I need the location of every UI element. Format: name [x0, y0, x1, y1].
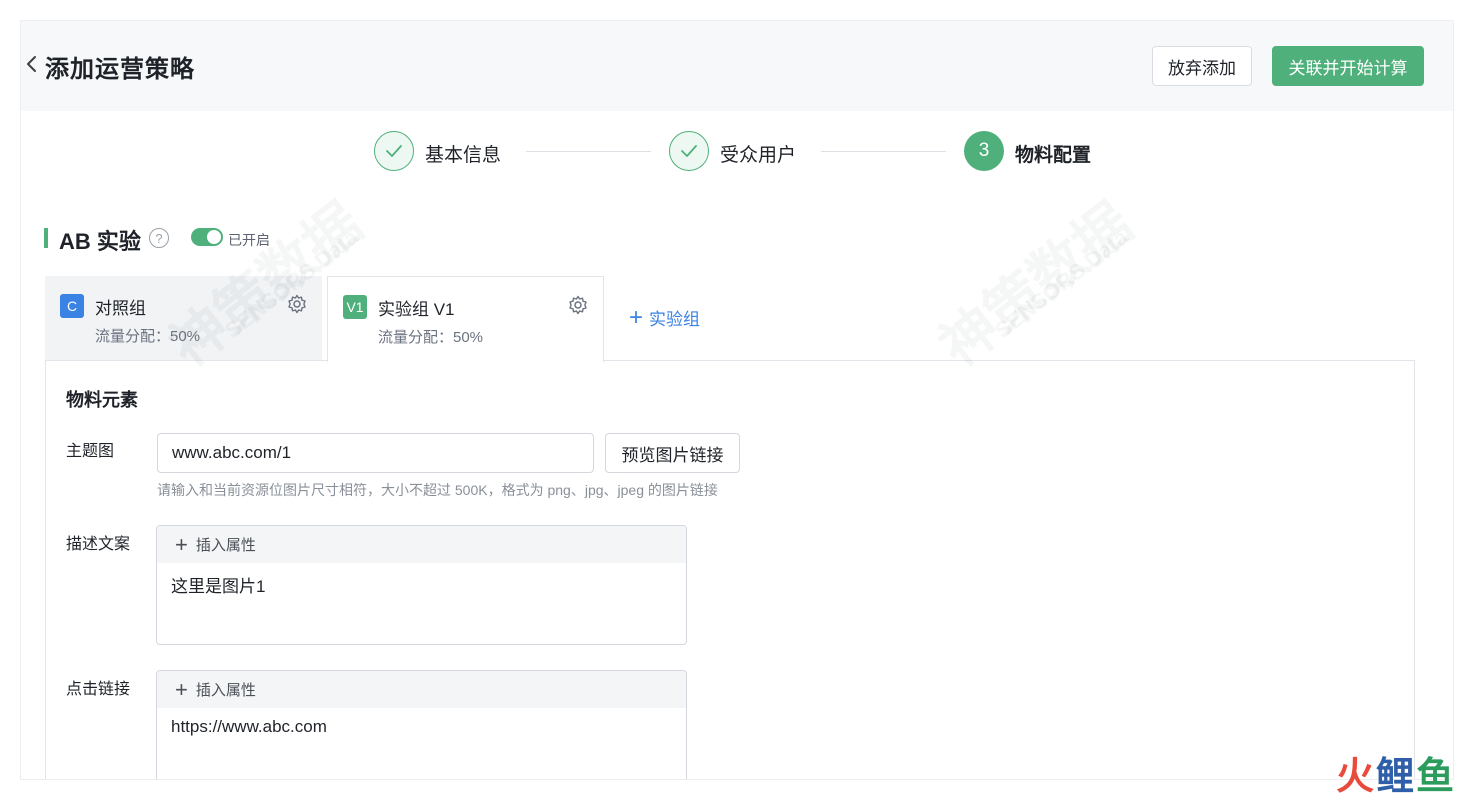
add-experiment-group-button[interactable]: + 实验组: [629, 305, 700, 330]
tab-name: 实验组 V1: [378, 300, 455, 319]
tab-name: 对照组: [95, 299, 146, 318]
insert-attribute-button[interactable]: + 插入属性: [157, 526, 686, 563]
description-content[interactable]: 这里是图片1: [157, 563, 686, 606]
description-editor[interactable]: + 插入属性 这里是图片1: [156, 525, 687, 645]
chevron-left-icon[interactable]: [25, 54, 39, 74]
page-frame: 添加运营策略 放弃添加 关联并开始计算 基本信息 受众用户 3 物料配置 AB …: [20, 20, 1454, 780]
click-link-editor[interactable]: + 插入属性 https://www.abc.com: [156, 670, 687, 779]
gear-icon[interactable]: [568, 295, 588, 315]
experiment-group-badge: V1: [343, 295, 367, 319]
gear-icon[interactable]: [287, 294, 307, 314]
click-link-content[interactable]: https://www.abc.com: [157, 708, 686, 746]
click-link-label: 点击链接: [66, 681, 131, 698]
tab-traffic: 流量分配：50%: [378, 329, 484, 346]
add-group-label: 实验组: [649, 310, 701, 329]
tab-control-group[interactable]: C 对照组 流量分配：50%: [45, 276, 322, 361]
ab-test-toggle[interactable]: [191, 228, 223, 246]
insert-attribute-label: 插入属性: [195, 537, 256, 554]
plus-icon: +: [175, 531, 188, 557]
step-2-check-icon: [669, 131, 709, 171]
watermark-sub: SENSORS Data: [990, 224, 1133, 344]
insert-attribute-label: 插入属性: [195, 682, 256, 699]
help-icon[interactable]: ?: [149, 228, 169, 248]
step-connector: [821, 151, 946, 152]
page-title: 添加运营策略: [45, 56, 195, 83]
description-label: 描述文案: [66, 536, 131, 553]
control-group-badge: C: [60, 294, 84, 318]
step-1-label: 基本信息: [425, 145, 502, 166]
material-panel: 物料元素 主题图 预览图片链接 请输入和当前资源位图片尺寸相符，大小不超过 50…: [45, 360, 1415, 779]
step-1-check-icon: [374, 131, 414, 171]
ab-test-title: AB 实验: [59, 229, 141, 254]
theme-image-label: 主题图: [66, 443, 115, 460]
link-and-start-button[interactable]: 关联并开始计算: [1272, 46, 1424, 86]
step-2-label: 受众用户: [720, 145, 797, 166]
step-3-label: 物料配置: [1015, 145, 1092, 166]
page-header: 添加运营策略 放弃添加 关联并开始计算: [21, 21, 1453, 111]
plus-icon: +: [629, 303, 644, 331]
cancel-add-button[interactable]: 放弃添加: [1152, 46, 1252, 86]
section-accent-bar: [44, 228, 48, 248]
watermark: 神策数据: [927, 190, 1144, 379]
brand-logo: 火鲤鱼: [1335, 756, 1456, 798]
step-indicator: 基本信息 受众用户 3 物料配置: [21, 131, 1453, 173]
toggle-knob: [207, 230, 221, 244]
insert-attribute-button[interactable]: + 插入属性: [157, 671, 686, 708]
step-connector: [526, 151, 651, 152]
theme-image-hint: 请输入和当前资源位图片尺寸相符，大小不超过 500K，格式为 png、jpg、j…: [157, 482, 718, 498]
plus-icon: +: [175, 676, 188, 702]
step-3-number: 3: [964, 131, 1004, 171]
tab-traffic: 流量分配：50%: [95, 328, 201, 345]
panel-title: 物料元素: [66, 390, 138, 410]
preview-image-link-button[interactable]: 预览图片链接: [605, 433, 740, 473]
toggle-status-label: 已开启: [228, 232, 270, 248]
tab-experiment-group-v1[interactable]: V1 实验组 V1 流量分配：50%: [327, 276, 604, 362]
theme-image-input[interactable]: [157, 433, 594, 473]
